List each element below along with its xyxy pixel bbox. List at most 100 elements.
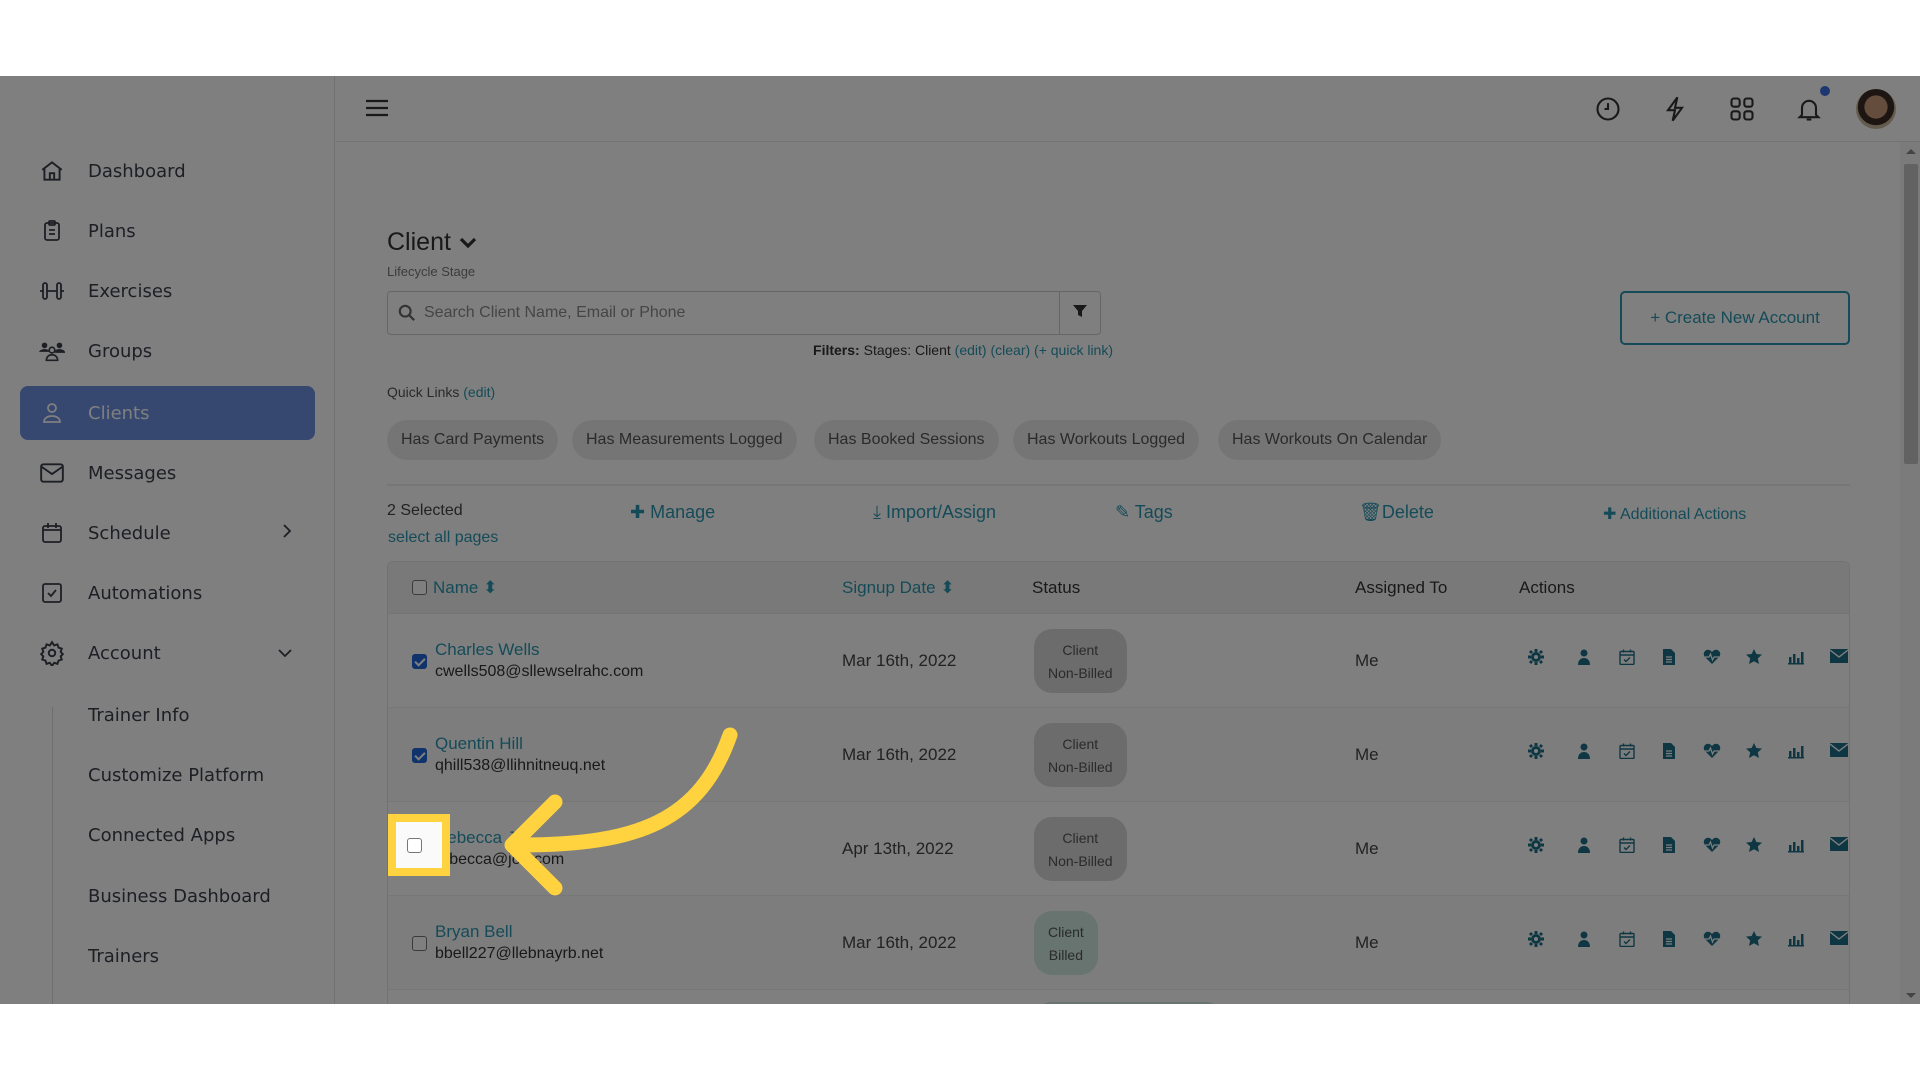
user-icon[interactable] [1576,837,1596,857]
clock-icon[interactable] [1594,95,1622,123]
sidebar-item-automations[interactable]: Automations [20,566,315,620]
heartbeat-icon[interactable] [1703,743,1723,763]
gear-icon[interactable] [1528,649,1548,669]
calendar-check-icon[interactable] [1619,743,1639,763]
user-icon[interactable] [1576,649,1596,669]
client-email: bbell227@llebnayrb.net [435,945,604,962]
document-icon[interactable] [1661,743,1681,763]
apps-grid-icon[interactable] [1728,95,1756,123]
row-checkbox[interactable] [412,654,427,669]
add-quick-link[interactable]: (+ quick link) [1034,342,1113,358]
search-input[interactable] [424,292,1044,334]
sidebar-item-dashboard[interactable]: Dashboard [20,144,315,198]
sidebar-item-plans[interactable]: Plans [20,204,315,258]
import-assign-button[interactable]: ⤓ Import/Assign [873,502,996,523]
star-icon[interactable] [1746,837,1766,857]
bell-icon[interactable] [1795,95,1823,123]
gear-icon [38,639,66,667]
row-checkbox-highlighted[interactable] [407,838,422,853]
lightning-icon[interactable] [1661,95,1689,123]
additional-actions-button[interactable]: ✚ Additional Actions [1603,504,1746,524]
sidebar-subitem-trainer-info[interactable]: Trainer Info [88,705,189,726]
select-all-checkbox[interactable] [412,580,427,595]
row-checkbox[interactable] [412,748,427,763]
envelope-icon[interactable] [1829,649,1849,669]
filters-clear-link[interactable]: (clear) [990,342,1030,358]
assigned-to: Me [1355,839,1379,858]
gear-icon[interactable] [1528,931,1548,951]
row-checkbox[interactable] [412,936,427,951]
star-icon[interactable] [1746,931,1766,951]
sidebar-subitem-trainers[interactable]: Trainers [88,946,159,967]
sidebar-item-label: Exercises [88,280,173,302]
client-name-link[interactable]: Quentin Hill [435,734,523,754]
dumbbell-icon [38,277,66,305]
delete-button[interactable]: 🗑Delete [1359,502,1434,523]
avatar[interactable] [1856,89,1896,129]
document-icon[interactable] [1661,649,1681,669]
tags-button[interactable]: ✎ Tags [1115,502,1173,523]
sidebar-subitem-business-dashboard[interactable]: Business Dashboard [88,886,271,907]
heartbeat-icon[interactable] [1703,837,1723,857]
client-name-link[interactable]: Charles Wells [435,640,540,660]
sidebar-item-groups[interactable]: Groups [20,324,315,378]
sidebar-item-exercises[interactable]: Exercises [20,264,315,318]
gear-icon[interactable] [1528,837,1548,857]
calendar-check-icon[interactable] [1619,931,1639,951]
envelope-icon[interactable] [1829,931,1849,951]
create-new-account-button[interactable]: + Create New Account [1620,291,1850,345]
selected-count: 2 Selected [387,502,463,519]
highlight-inner: R [396,822,442,868]
bar-chart-icon[interactable] [1788,649,1808,669]
envelope-icon[interactable] [1829,837,1849,857]
bar-chart-icon[interactable] [1788,931,1808,951]
document-icon[interactable] [1661,837,1681,857]
select-all-pages-link[interactable]: select all pages [388,529,498,547]
manage-button[interactable]: ✚ Manage [630,502,715,523]
quick-link-chip[interactable]: Has Card Payments [387,420,559,460]
table-row: Bryan Bell bbell227@llebnayrb.net Mar 16th… [388,896,1849,990]
scroll-up-arrow[interactable] [1906,149,1916,154]
star-icon[interactable] [1746,649,1766,669]
client-name-link[interactable]: Bryan Bell [435,922,512,942]
calendar-check-icon[interactable] [1619,649,1639,669]
user-icon[interactable] [1576,931,1596,951]
sort-icon: ⬍ [483,578,498,597]
heartbeat-icon[interactable] [1703,649,1723,669]
name-column-header[interactable]: Name ⬍ [433,578,497,598]
quick-links-edit-link[interactable]: (edit) [463,384,495,400]
bar-chart-icon[interactable] [1788,837,1808,857]
hamburger-menu-icon[interactable] [366,98,388,118]
quick-link-chip[interactable]: Has Workouts Logged [1013,420,1200,460]
users-icon [38,337,66,365]
calendar-check-icon[interactable] [1619,837,1639,857]
sidebar-item-messages[interactable]: Messages [20,446,315,500]
sidebar-item-clients[interactable]: Clients [20,386,315,440]
chevron-right-icon[interactable] [281,523,293,544]
page-title[interactable]: Client [387,228,478,257]
filters-edit-link[interactable]: (edit) [955,342,987,358]
envelope-icon[interactable] [1829,743,1849,763]
star-icon[interactable] [1746,743,1766,763]
user-icon[interactable] [1576,743,1596,763]
bar-chart-icon[interactable] [1788,743,1808,763]
sidebar-subitem-connected-apps[interactable]: Connected Apps [88,825,235,846]
quick-link-chip[interactable]: Has Measurements Logged [572,420,797,460]
quick-link-chip[interactable]: Has Booked Sessions [814,420,999,460]
scroll-down-arrow[interactable] [1906,993,1916,998]
sidebar-item-schedule[interactable]: Schedule [20,506,315,560]
sidebar-subitem-customize-platform[interactable]: Customize Platform [88,765,264,786]
document-icon[interactable] [1661,931,1681,951]
scrollbar[interactable] [1900,142,1920,1004]
filter-button[interactable] [1059,292,1100,334]
sidebar-item-account[interactable]: Account [20,626,315,680]
gear-icon[interactable] [1528,743,1548,763]
signup-date-column-header[interactable]: Signup Date ⬍ [842,578,955,598]
scrollbar-thumb[interactable] [1904,164,1918,464]
status-line-2: Billed [1048,947,1084,963]
heartbeat-icon[interactable] [1703,931,1723,951]
pencil-icon: ✎ [1115,502,1135,522]
chevron-down-icon[interactable] [277,643,293,664]
quick-link-chip[interactable]: Has Workouts On Calendar [1218,420,1442,460]
filters-label: Filters: [813,342,860,358]
